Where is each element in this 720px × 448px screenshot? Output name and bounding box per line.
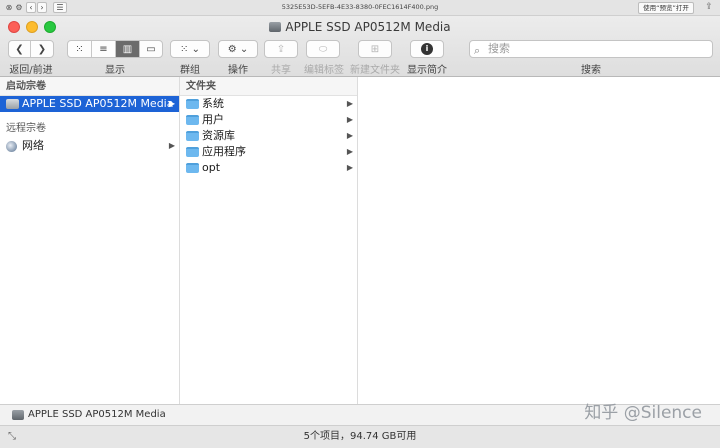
folder-label: 系统	[202, 97, 224, 110]
group-label: 群组	[180, 65, 200, 76]
folder-item-system[interactable]: 系统 ▶	[180, 96, 357, 112]
expand-icon[interactable]: ⤡	[8, 426, 16, 448]
action-button[interactable]: ⚙ ⌄	[218, 40, 258, 58]
volume-label: APPLE SSD AP0512M Media	[22, 97, 174, 110]
share-label: 共享	[271, 65, 291, 76]
share-button[interactable]: ⇪	[264, 40, 298, 58]
view-label: 显示	[105, 65, 125, 76]
view-mode-segment: ⁙ ≡ ▥ ▭	[67, 40, 163, 58]
new-folder-icon: ⊞	[370, 43, 380, 55]
window-title-text: APPLE SSD AP0512M Media	[285, 20, 451, 34]
outer-close-icon[interactable]: ⊗	[4, 3, 14, 13]
search-label: 搜索	[581, 65, 601, 76]
edit-tags-label: 编辑标签	[304, 65, 344, 76]
search-icon: ⌕	[474, 44, 481, 57]
path-bar: APPLE SSD AP0512M Media 知乎 @Silence	[0, 403, 720, 425]
info-icon: i	[421, 43, 433, 55]
chevron-right-icon: ❯	[37, 43, 47, 55]
disclosure-arrow-icon: ▶	[346, 115, 353, 124]
globe-icon	[6, 141, 17, 152]
folder-icon	[186, 99, 199, 109]
outer-sidebar-icon[interactable]: ☰	[53, 2, 67, 13]
list-view-button[interactable]: ≡	[92, 41, 116, 57]
startup-volumes-header: 启动宗卷	[0, 77, 179, 96]
remote-volumes-header: 远程宗卷	[6, 123, 46, 134]
toolbar: APPLE SSD AP0512M Media ❮ ❯ 返回/前进 ⁙ ≡ ▥ …	[0, 16, 720, 77]
status-bar: ⤡ 5个项目，94.74 GB可用	[0, 425, 720, 448]
disk-icon	[6, 99, 19, 109]
search-placeholder: 搜索	[488, 42, 510, 55]
outer-forward-button[interactable]: ›	[37, 2, 47, 13]
folder-item-users[interactable]: 用户 ▶	[180, 112, 357, 128]
folder-label: opt	[202, 161, 221, 174]
folders-header: 文件夹	[180, 77, 357, 96]
volume-item-network[interactable]: 网络 ▶	[0, 138, 179, 154]
nav-segment: ❮ ❯	[8, 40, 54, 58]
folder-item-library[interactable]: 资源库 ▶	[180, 128, 357, 144]
path-item-disk[interactable]: APPLE SSD AP0512M Media	[28, 409, 166, 420]
volumes-column: 启动宗卷 APPLE SSD AP0512M Media ▶ 远程宗卷 网络 ▶	[0, 77, 180, 404]
forward-button[interactable]: ❯	[31, 41, 53, 57]
volume-label: 网络	[22, 139, 44, 152]
folder-label: 用户	[202, 113, 224, 126]
empty-column[interactable]	[358, 77, 720, 404]
chevron-down-icon: ⌄	[191, 43, 200, 55]
get-info-label: 显示简介	[407, 65, 447, 76]
status-text: 5个项目，94.74 GB可用	[303, 431, 417, 442]
outer-file-title: 5325E53D-5EFB-4E33-8380-0FEC1614F400.png	[281, 3, 439, 11]
disclosure-arrow-icon: ▶	[346, 99, 353, 108]
group-button[interactable]: ⁙ ⌄	[170, 40, 210, 58]
outer-back-button[interactable]: ‹	[26, 2, 36, 13]
disclosure-arrow-icon: ▶	[346, 131, 353, 140]
new-folder-button[interactable]: ⊞	[358, 40, 392, 58]
gallery-view-button[interactable]: ▭	[140, 41, 162, 57]
disclosure-arrow-icon: ▶	[346, 147, 353, 156]
list-icon: ≡	[99, 43, 108, 55]
edit-tags-button[interactable]: ⬭	[306, 40, 340, 58]
disk-icon	[12, 410, 24, 420]
folder-icon	[186, 147, 199, 157]
disclosure-arrow-icon: ▶	[346, 163, 353, 172]
search-input[interactable]: ⌕ 搜索	[469, 40, 713, 58]
nav-label: 返回/前进	[9, 65, 53, 76]
open-with-preview-button[interactable]: 使用“预览”打开	[638, 2, 694, 14]
watermark: 知乎 @Silence	[584, 403, 702, 423]
folder-icon	[186, 131, 199, 141]
column-view-button[interactable]: ▥	[116, 41, 140, 57]
group-grid-icon: ⁙	[180, 43, 189, 55]
action-label: 操作	[228, 65, 248, 76]
chevron-down-icon: ⌄	[239, 43, 249, 55]
folders-column: 文件夹 系统 ▶ 用户 ▶ 资源库 ▶ 应用程序 ▶ opt ▶	[180, 77, 358, 404]
outer-share-icon[interactable]: ⇪	[703, 2, 715, 14]
grid-icon: ⁙	[75, 43, 84, 55]
get-info-button[interactable]: i	[410, 40, 444, 58]
window-title: APPLE SSD AP0512M Media	[0, 20, 720, 34]
disclosure-arrow-icon: ▶	[168, 99, 175, 108]
back-button[interactable]: ❮	[9, 41, 31, 57]
icon-view-button[interactable]: ⁙	[68, 41, 92, 57]
new-folder-label: 新建文件夹	[350, 65, 400, 76]
chevron-left-icon: ❮	[15, 43, 24, 55]
folder-item-applications[interactable]: 应用程序 ▶	[180, 144, 357, 160]
gear-icon: ⚙	[227, 43, 237, 55]
folder-label: 资源库	[202, 129, 235, 142]
folder-label: 应用程序	[202, 145, 246, 158]
gallery-icon: ▭	[146, 43, 156, 55]
share-icon: ⇪	[276, 43, 286, 55]
columns-icon: ▥	[122, 43, 133, 55]
outer-settings-icon[interactable]: ⚙	[14, 3, 24, 13]
outer-title-bar: ⊗ ⚙ ‹ › ☰ 5325E53D-5EFB-4E33-8380-0FEC16…	[0, 0, 720, 16]
tag-icon: ⬭	[318, 43, 328, 55]
folder-icon	[186, 163, 199, 173]
disclosure-arrow-icon: ▶	[168, 141, 175, 150]
folder-item-opt[interactable]: opt ▶	[180, 160, 357, 176]
disk-icon	[269, 22, 282, 32]
folder-icon	[186, 115, 199, 125]
volume-item-apple-ssd[interactable]: APPLE SSD AP0512M Media ▶	[0, 96, 179, 112]
